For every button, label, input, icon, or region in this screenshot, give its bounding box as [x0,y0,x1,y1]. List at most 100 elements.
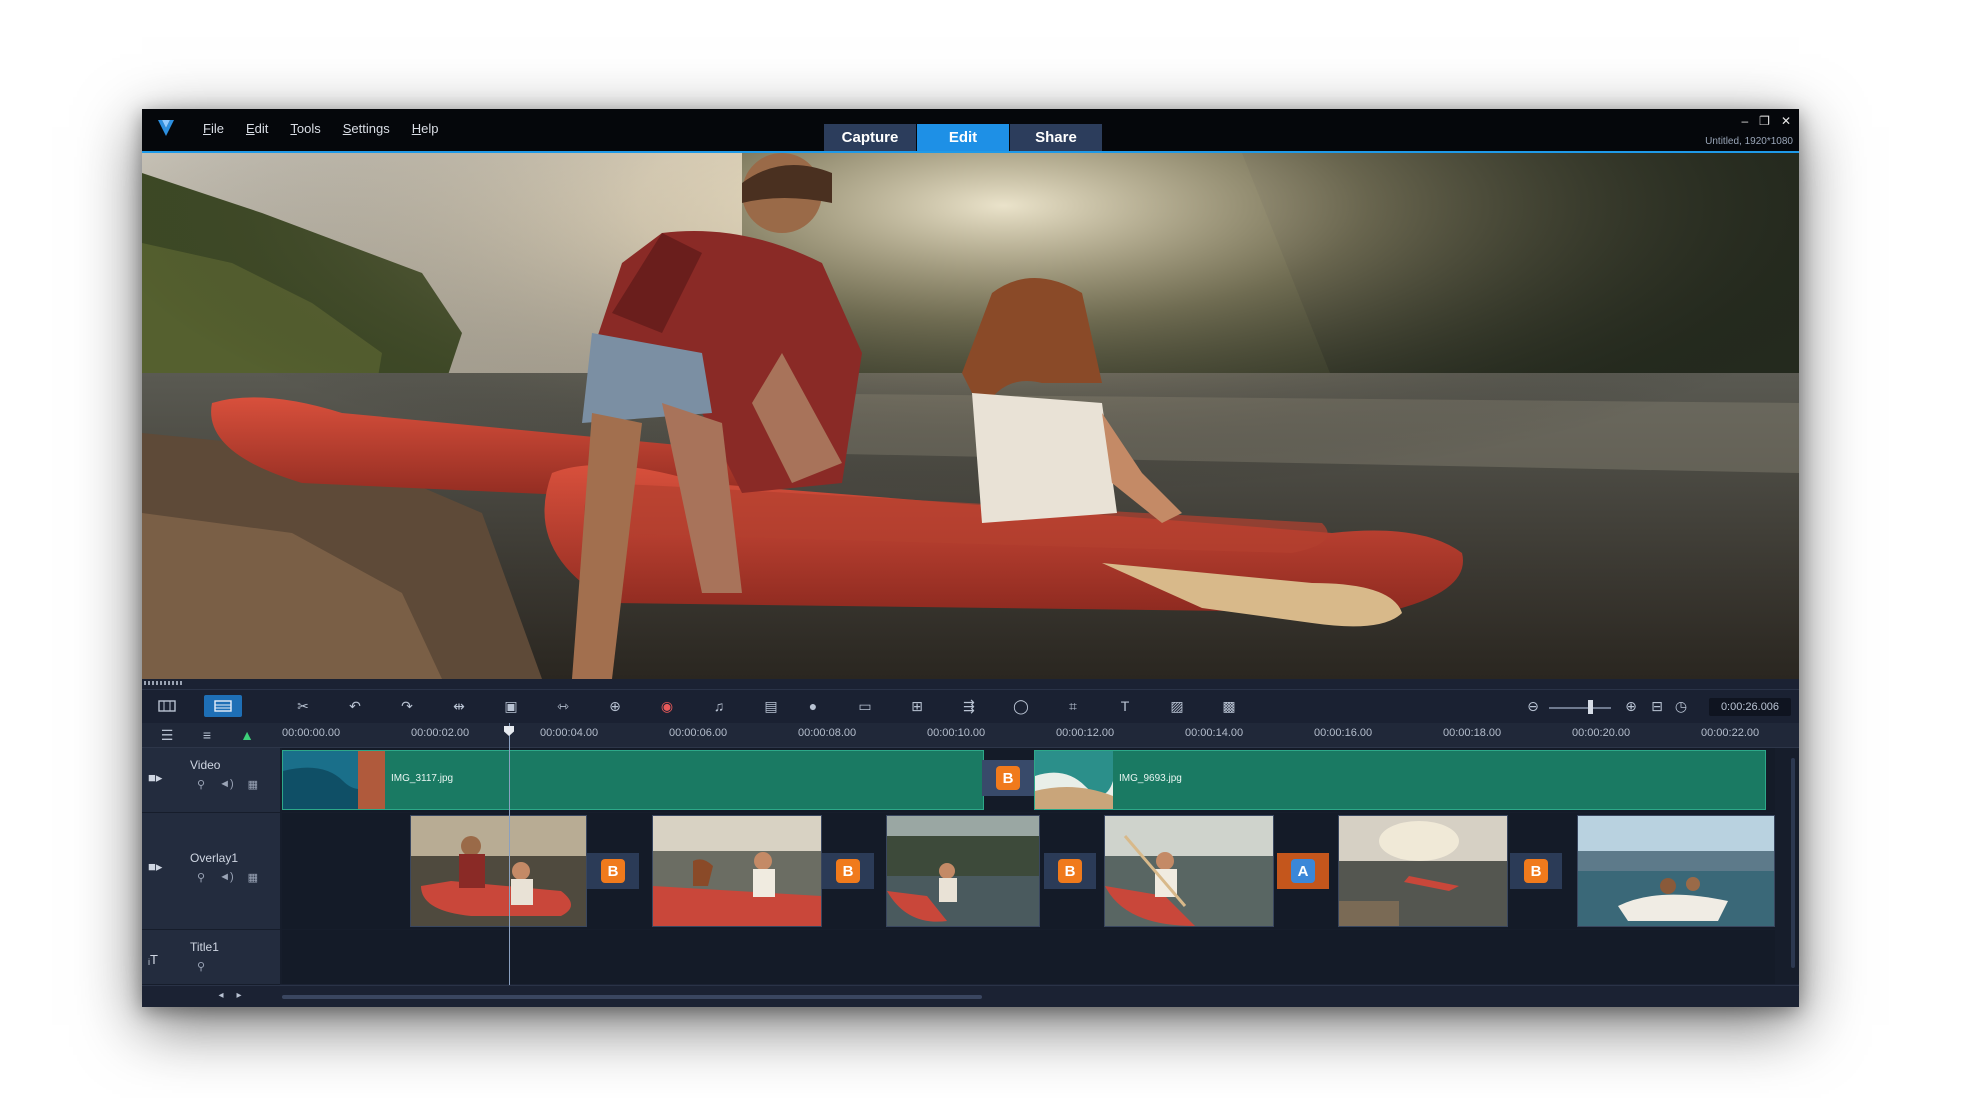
3d-title-icon[interactable]: T [1112,695,1138,717]
track-manager-icon[interactable]: ☰ [154,724,180,746]
title-track-lane[interactable] [282,930,1775,984]
clip-name: IMG_3117.jpg [391,773,454,784]
app-logo-icon [158,120,174,136]
close-icon[interactable]: ✕ [1781,114,1791,128]
workspace-tabs: Capture Edit Share [824,124,1103,151]
transition-block[interactable]: B [822,853,874,889]
fit-icon[interactable]: ⌗ [1060,695,1086,717]
zoom-slider-knob[interactable] [1588,700,1593,714]
overlay-clip[interactable] [1104,815,1274,927]
track-header-video[interactable]: ■▸ Video ⚲ ◄) ▦ [142,748,280,813]
zoom-out-icon[interactable]: ⊖ [1520,695,1546,717]
video-clip[interactable]: IMG_9693.jpg [1034,750,1766,810]
redo-icon[interactable]: ↷ [394,695,420,717]
minimize-icon[interactable]: – [1741,114,1748,128]
zoom-slider-track[interactable] [1549,707,1611,709]
project-duration: 0:00:26.006 [1709,698,1791,716]
effect-icon[interactable]: ▨ [1164,695,1190,717]
transition-block[interactable]: A [1277,853,1329,889]
timeline-scroll-bar: ◂ ▸ [142,985,1799,1007]
clock-icon: ◷ [1674,697,1688,714]
grid-icon[interactable]: ▦ [248,778,258,791]
transition-icon: B [1058,859,1082,883]
menu-tools[interactable]: Tools [279,121,331,136]
ripple-icon[interactable]: ⚲ [197,778,205,791]
ruler-label: 00:00:20.00 [1572,727,1631,739]
grid-icon[interactable]: ▦ [248,871,258,884]
tab-edit[interactable]: Edit [917,124,1009,151]
app-window: File Edit Tools Settings Help Capture Ed… [142,109,1799,1007]
menu-file[interactable]: File [192,121,235,136]
audio-icon[interactable]: ♫ [706,695,732,717]
fit-timeline-icon[interactable]: ⊟ [1644,695,1670,717]
transition-icon: B [601,859,625,883]
clip-thumbnail [653,816,821,926]
loop-icon[interactable]: ◯ [1008,695,1034,717]
ripple-icon[interactable]: ⚲ [197,960,205,973]
vertical-scrollbar[interactable] [1789,748,1795,984]
chapter-icon[interactable]: ≡ [194,724,220,746]
menu-help[interactable]: Help [401,121,450,136]
transition-block[interactable]: B [587,853,639,889]
ruler-label: 00:00:10.00 [927,727,986,739]
timeline-toolbar: ✂ ↶ ↷ ⇹ ▣ ⇿ ⊕ ◉ ♫ ▤ ● ▭ ⊞ ⇶ ◯ ⌗ T ▨ ▩ ⊖ … [142,689,1799,724]
overlay-clip[interactable] [652,815,822,927]
overlay-clip[interactable] [886,815,1040,927]
storyboard-view-icon[interactable] [154,695,180,717]
multi-trim-icon[interactable]: ⊕ [602,695,628,717]
transition-block[interactable]: B [982,760,1034,796]
overlay-clip[interactable] [1338,815,1508,927]
overlay-track-lane[interactable]: B B B A B [282,813,1775,929]
video-track-lane[interactable]: IMG_3117.jpg B IMG_9693.jpg [282,748,1775,812]
title-track-icon: ᵢT [148,952,158,967]
preview-image [142,153,1799,679]
track-name: Overlay1 [190,851,239,865]
transition-block[interactable]: B [1044,853,1096,889]
transition-block[interactable]: B [1510,853,1562,889]
track-controls: ⚲ ◄) ▦ [197,871,258,884]
ruler-label: 00:00:08.00 [798,727,857,739]
screen-icon[interactable]: ▩ [1216,695,1242,717]
video-clip[interactable]: IMG_3117.jpg [282,750,984,810]
record-icon[interactable]: ▤ [758,695,784,717]
video-track-icon: ■▸ [148,770,163,785]
tools-icon[interactable]: ✂ [290,695,316,717]
menu-edit[interactable]: Edit [235,121,279,136]
preview-resize-grip[interactable] [144,681,184,685]
color-icon[interactable]: ◉ [654,695,680,717]
ruler-label: 00:00:22.00 [1701,727,1760,739]
clip-thumbnail [411,816,586,926]
menu-settings[interactable]: Settings [332,121,401,136]
title-icon[interactable]: ▭ [852,695,878,717]
split-screen-icon[interactable]: ⊞ [904,695,930,717]
playhead[interactable] [509,723,510,985]
ripple-icon[interactable]: ⚲ [197,871,205,884]
scroll-right-icon[interactable]: ▸ [226,984,252,1006]
tab-capture[interactable]: Capture [824,124,916,151]
undo-icon[interactable]: ↶ [342,695,368,717]
overlay-clip[interactable] [410,815,587,927]
timeline-view-icon[interactable] [204,695,242,717]
crop-icon[interactable]: ▣ [498,695,524,717]
mute-icon[interactable]: ◄) [219,778,234,791]
mute-icon[interactable]: ◄) [219,871,234,884]
restore-icon[interactable]: ❐ [1759,114,1770,128]
ruler-label: 00:00:06.00 [669,727,728,739]
add-marker-icon[interactable]: ▲ [234,724,260,746]
zoom-in-icon[interactable]: ⊕ [1618,695,1644,717]
motion-tracking-icon[interactable]: ⇶ [956,695,982,717]
track-header-overlay[interactable]: ■▸ Overlay1 ⚲ ◄) ▦ [142,813,280,930]
split-icon[interactable]: ⇿ [550,695,576,717]
timeline-tracks: ■▸ Video ⚲ ◄) ▦ IMG_3117.jpg B IMG_9693.… [142,748,1799,985]
clip-thumbnail [1105,816,1273,926]
mask-icon[interactable]: ● [800,695,826,717]
vertical-scroll-thumb[interactable] [1791,758,1795,968]
ruler-label: 00:00:04.00 [540,727,599,739]
overlay-clip[interactable] [1577,815,1775,927]
project-info: Untitled, 1920*1080 [1705,136,1793,147]
trim-icon[interactable]: ⇹ [446,695,472,717]
preview-window[interactable] [142,153,1799,679]
track-header-title[interactable]: ᵢT Title1 ⚲ [142,930,280,985]
horizontal-scroll-thumb[interactable] [282,995,982,999]
tab-share[interactable]: Share [1010,124,1102,151]
